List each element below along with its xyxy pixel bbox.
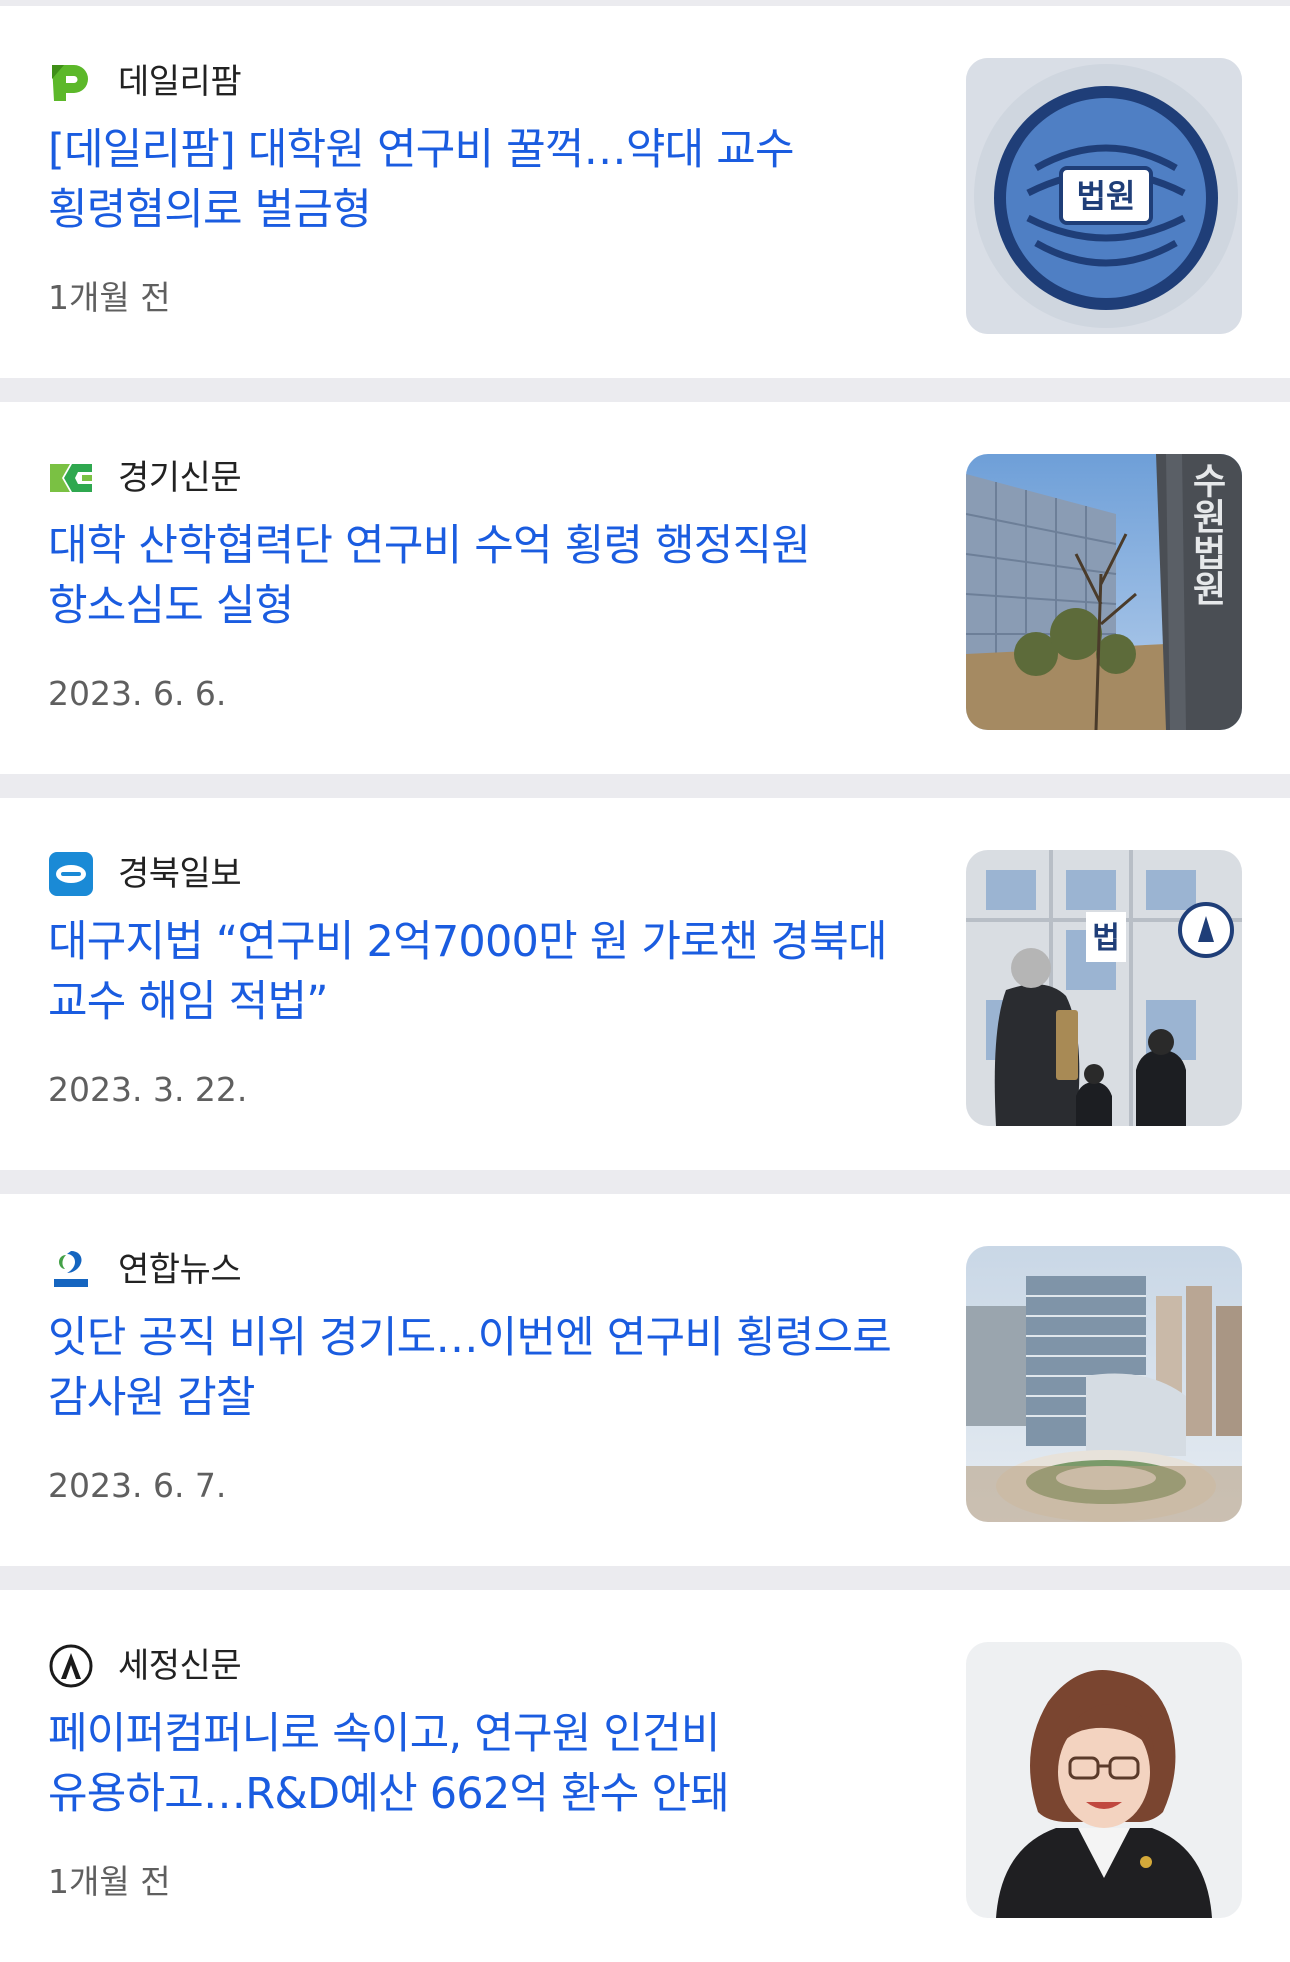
timestamp: 2023. 3. 22. [48, 1070, 248, 1109]
article-thumbnail[interactable] [966, 1642, 1242, 1918]
timestamp: 1개월 전 [48, 278, 171, 317]
news-card[interactable]: 경북일보 대구지법 “연구비 2억7000만 원 가로챈 경북대 교수 해임 적… [0, 798, 1290, 1170]
source-name: 경북일보 [118, 854, 242, 894]
source-name: 경기신문 [118, 458, 242, 498]
source-row: 연합뉴스 [48, 1246, 928, 1294]
source-name: 연합뉴스 [118, 1250, 242, 1290]
article-thumbnail[interactable]: 법원 [966, 58, 1242, 334]
sejung-logo-icon [48, 1643, 94, 1689]
timestamp: 2023. 6. 6. [48, 674, 227, 713]
source-row: 경기신문 [48, 454, 928, 502]
thumbnail-sign-text: 법 [1092, 921, 1120, 956]
timestamp: 2023. 6. 7. [48, 1466, 227, 1505]
thumbnail-sign-text: 수원법원 [1186, 462, 1227, 606]
headline-link[interactable]: 페이퍼컴퍼니로 속이고, 연구원 인건비 유용하고…R&D예산 662억 환수 … [48, 1704, 928, 1824]
headline-link[interactable]: 대구지법 “연구비 2억7000만 원 가로챈 경북대 교수 해임 적법” [48, 912, 928, 1032]
source-row: 경북일보 [48, 850, 928, 898]
article-thumbnail[interactable]: 수원법원 [966, 454, 1242, 730]
headline-link[interactable]: 잇단 공직 비위 경기도…이번엔 연구비 횡령으로 감사원 감찰 [48, 1308, 928, 1428]
news-card[interactable]: 연합뉴스 잇단 공직 비위 경기도…이번엔 연구비 횡령으로 감사원 감찰 20… [0, 1194, 1290, 1566]
article-thumbnail[interactable] [966, 1246, 1242, 1522]
headline-link[interactable]: 대학 산학협력단 연구비 수억 횡령 행정직원 항소심도 실형 [48, 516, 928, 636]
source-name: 세정신문 [118, 1646, 242, 1686]
timestamp: 1개월 전 [48, 1862, 171, 1901]
news-card[interactable]: 세정신문 페이퍼컴퍼니로 속이고, 연구원 인건비 유용하고…R&D예산 662… [0, 1590, 1290, 1962]
dailypharm-logo-icon [48, 59, 94, 105]
news-card[interactable]: 경기신문 대학 산학협력단 연구비 수억 횡령 행정직원 항소심도 실형 202… [0, 402, 1290, 774]
headline-link[interactable]: [데일리팜] 대학원 연구비 꿀꺽…약대 교수 횡령혐의로 벌금형 [48, 120, 928, 240]
thumbnail-badge-text: 법원 [1077, 177, 1136, 215]
source-row: 데일리팜 [48, 58, 928, 106]
kgnews-logo-icon [48, 455, 94, 501]
yonhap-logo-icon [48, 1247, 94, 1293]
news-card[interactable]: 데일리팜 [데일리팜] 대학원 연구비 꿀꺽…약대 교수 횡령혐의로 벌금형 1… [0, 6, 1290, 378]
article-thumbnail[interactable]: 법 [966, 850, 1242, 1126]
source-name: 데일리팜 [118, 62, 242, 102]
news-feed: 데일리팜 [데일리팜] 대학원 연구비 꿀꺽…약대 교수 횡령혐의로 벌금형 1… [0, 0, 1290, 1962]
kyongbuk-logo-icon [48, 851, 94, 897]
source-row: 세정신문 [48, 1642, 928, 1690]
